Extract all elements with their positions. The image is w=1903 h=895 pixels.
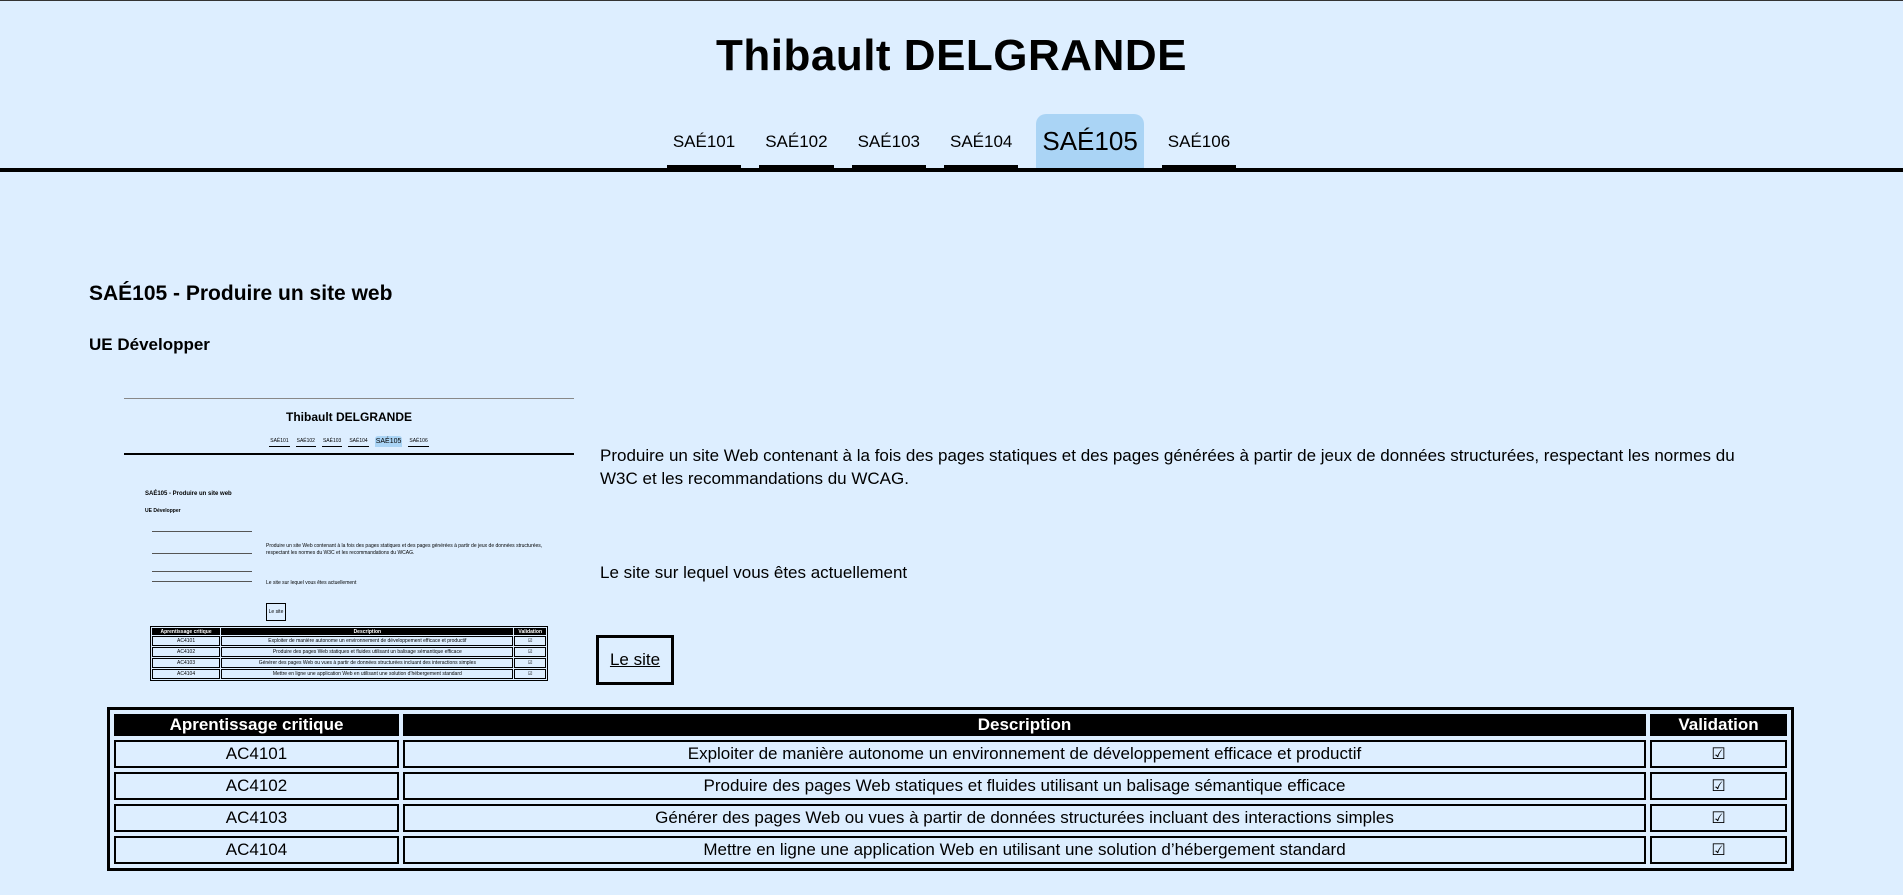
ac-code: AC4102 xyxy=(114,772,399,800)
ac-description: Mettre en ligne une application Web en u… xyxy=(403,836,1646,864)
table-row: AC4103 Générer des pages Web ou vues à p… xyxy=(114,804,1787,832)
checkbox-checked-icon: ☑ xyxy=(1650,772,1787,800)
site-header: Thibault DELGRANDE SAÉ101 SAÉ102 SAÉ103 … xyxy=(0,1,1903,172)
main-nav: SAÉ101 SAÉ102 SAÉ103 SAÉ104 SAÉ105 SAÉ10… xyxy=(0,114,1903,168)
tab-sae104[interactable]: SAÉ104 xyxy=(943,118,1019,168)
tab-sae105[interactable]: SAÉ105 xyxy=(1036,114,1144,168)
ac-code: AC4104 xyxy=(114,836,399,864)
ac-description: Exploiter de manière autonome un environ… xyxy=(403,740,1646,768)
page-heading: SAÉ105 - Produire un site web xyxy=(89,282,393,305)
page-subheading: UE Développer xyxy=(89,335,210,354)
tab-sae103[interactable]: SAÉ103 xyxy=(851,118,926,168)
table-row: AC4102 Produire des pages Web statiques … xyxy=(114,772,1787,800)
checkbox-checked-icon: ☑ xyxy=(1650,804,1787,832)
table-row: AC4104 Mettre en ligne une application W… xyxy=(114,836,1787,864)
sae-description: Produire un site Web contenant à la fois… xyxy=(600,446,1735,488)
ac-description: Générer des pages Web ou vues à partir d… xyxy=(403,804,1646,832)
site-link-button[interactable]: Le site xyxy=(596,635,674,685)
tab-sae101[interactable]: SAÉ101 xyxy=(666,118,742,168)
ac-code: AC4101 xyxy=(114,740,399,768)
header-validation: Validation xyxy=(1650,714,1787,736)
header-apprentissage: Aprentissage critique xyxy=(114,714,399,736)
table-row: AC4101 Exploiter de manière autonome un … xyxy=(114,740,1787,768)
current-site-text: Le site sur lequel vous êtes actuellemen… xyxy=(600,563,908,582)
ac-description: Produire des pages Web statiques et flui… xyxy=(403,772,1646,800)
ac-code: AC4103 xyxy=(114,804,399,832)
site-screenshot-image: Thibault DELGRANDE SAÉ101 SAÉ102 SAÉ103 SAÉ… xyxy=(124,398,574,681)
checkbox-checked-icon: ☑ xyxy=(1650,836,1787,864)
checkbox-checked-icon: ☑ xyxy=(1650,740,1787,768)
site-title: Thibault DELGRANDE xyxy=(716,31,1187,80)
header-description: Description xyxy=(403,714,1646,736)
table-header-row: Aprentissage critique Description Valida… xyxy=(114,714,1787,736)
tab-sae106[interactable]: SAÉ106 xyxy=(1161,118,1237,168)
tab-sae102[interactable]: SAÉ102 xyxy=(759,118,834,168)
competency-table: Aprentissage critique Description Valida… xyxy=(107,707,1794,871)
